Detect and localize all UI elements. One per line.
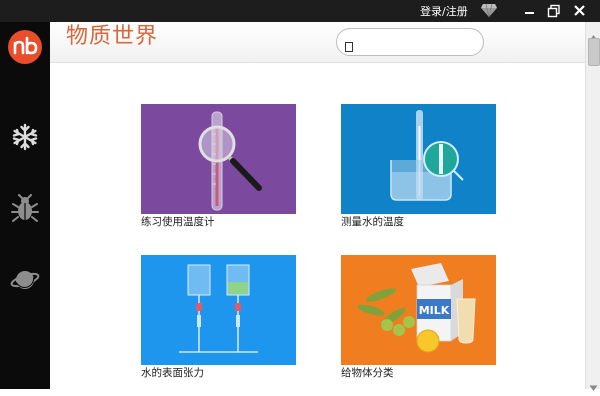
login-register-link[interactable]: 登录/注册 [420, 3, 468, 19]
bug-icon[interactable] [10, 194, 40, 224]
search-input[interactable] [336, 28, 484, 56]
vertical-scrollbar[interactable] [585, 22, 600, 391]
scroll-thumb[interactable] [588, 38, 600, 66]
search-icon [345, 37, 353, 52]
scroll-up-icon[interactable] [589, 26, 598, 41]
card-caption: 给物体分类 [341, 367, 394, 379]
restore-icon[interactable] [546, 3, 562, 19]
lesson-card-water-temperature[interactable]: 测量水的温度 [341, 104, 497, 229]
sidebar [0, 22, 50, 389]
card-caption: 练习使用温度计 [141, 216, 215, 228]
milk-fruit-illustration: MILK [341, 255, 496, 365]
diamond-icon[interactable] [480, 2, 498, 18]
logo-mark [13, 36, 38, 55]
title-bar: 登录/注册 [0, 0, 600, 22]
minimize-icon[interactable] [522, 3, 538, 19]
water-beaker-illustration [341, 104, 496, 214]
thermometer-magnifier-illustration [141, 104, 296, 214]
lesson-card-surface-tension[interactable]: 水的表面张力 [141, 255, 297, 380]
surface-tension-illustration [141, 255, 296, 365]
lesson-card-thermometer-practice[interactable]: 练习使用温度计 [141, 104, 297, 229]
planet-icon[interactable] [10, 265, 40, 295]
page-header: 物质世界 [50, 22, 585, 63]
lesson-card-classify-objects[interactable]: MILK 给物体分类 [341, 255, 497, 380]
snowflake-icon[interactable] [10, 122, 40, 152]
card-caption: 测量水的温度 [341, 216, 404, 228]
scroll-down-icon[interactable] [589, 377, 598, 391]
card-caption: 水的表面张力 [141, 367, 204, 379]
svg-text:MILK: MILK [419, 304, 450, 317]
close-icon[interactable] [572, 3, 588, 19]
page-title: 物质世界 [66, 24, 159, 49]
app-logo[interactable] [8, 30, 42, 64]
